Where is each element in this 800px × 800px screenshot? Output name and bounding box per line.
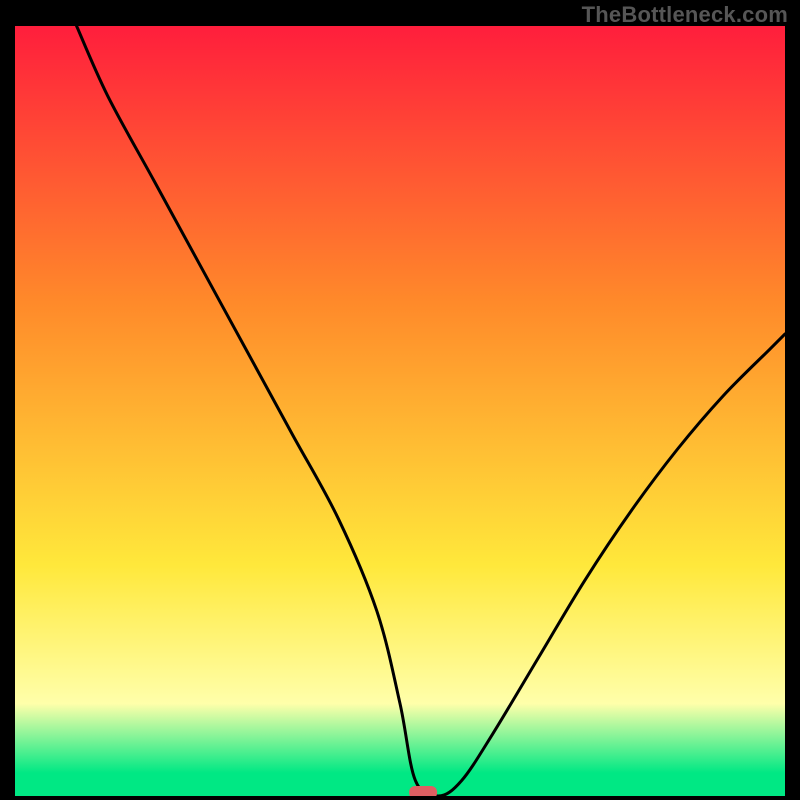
bottleneck-chart — [15, 26, 785, 796]
chart-frame: { "watermark": "TheBottleneck.com", "col… — [0, 0, 800, 800]
optimal-marker — [409, 786, 437, 796]
watermark-text: TheBottleneck.com — [582, 2, 788, 28]
